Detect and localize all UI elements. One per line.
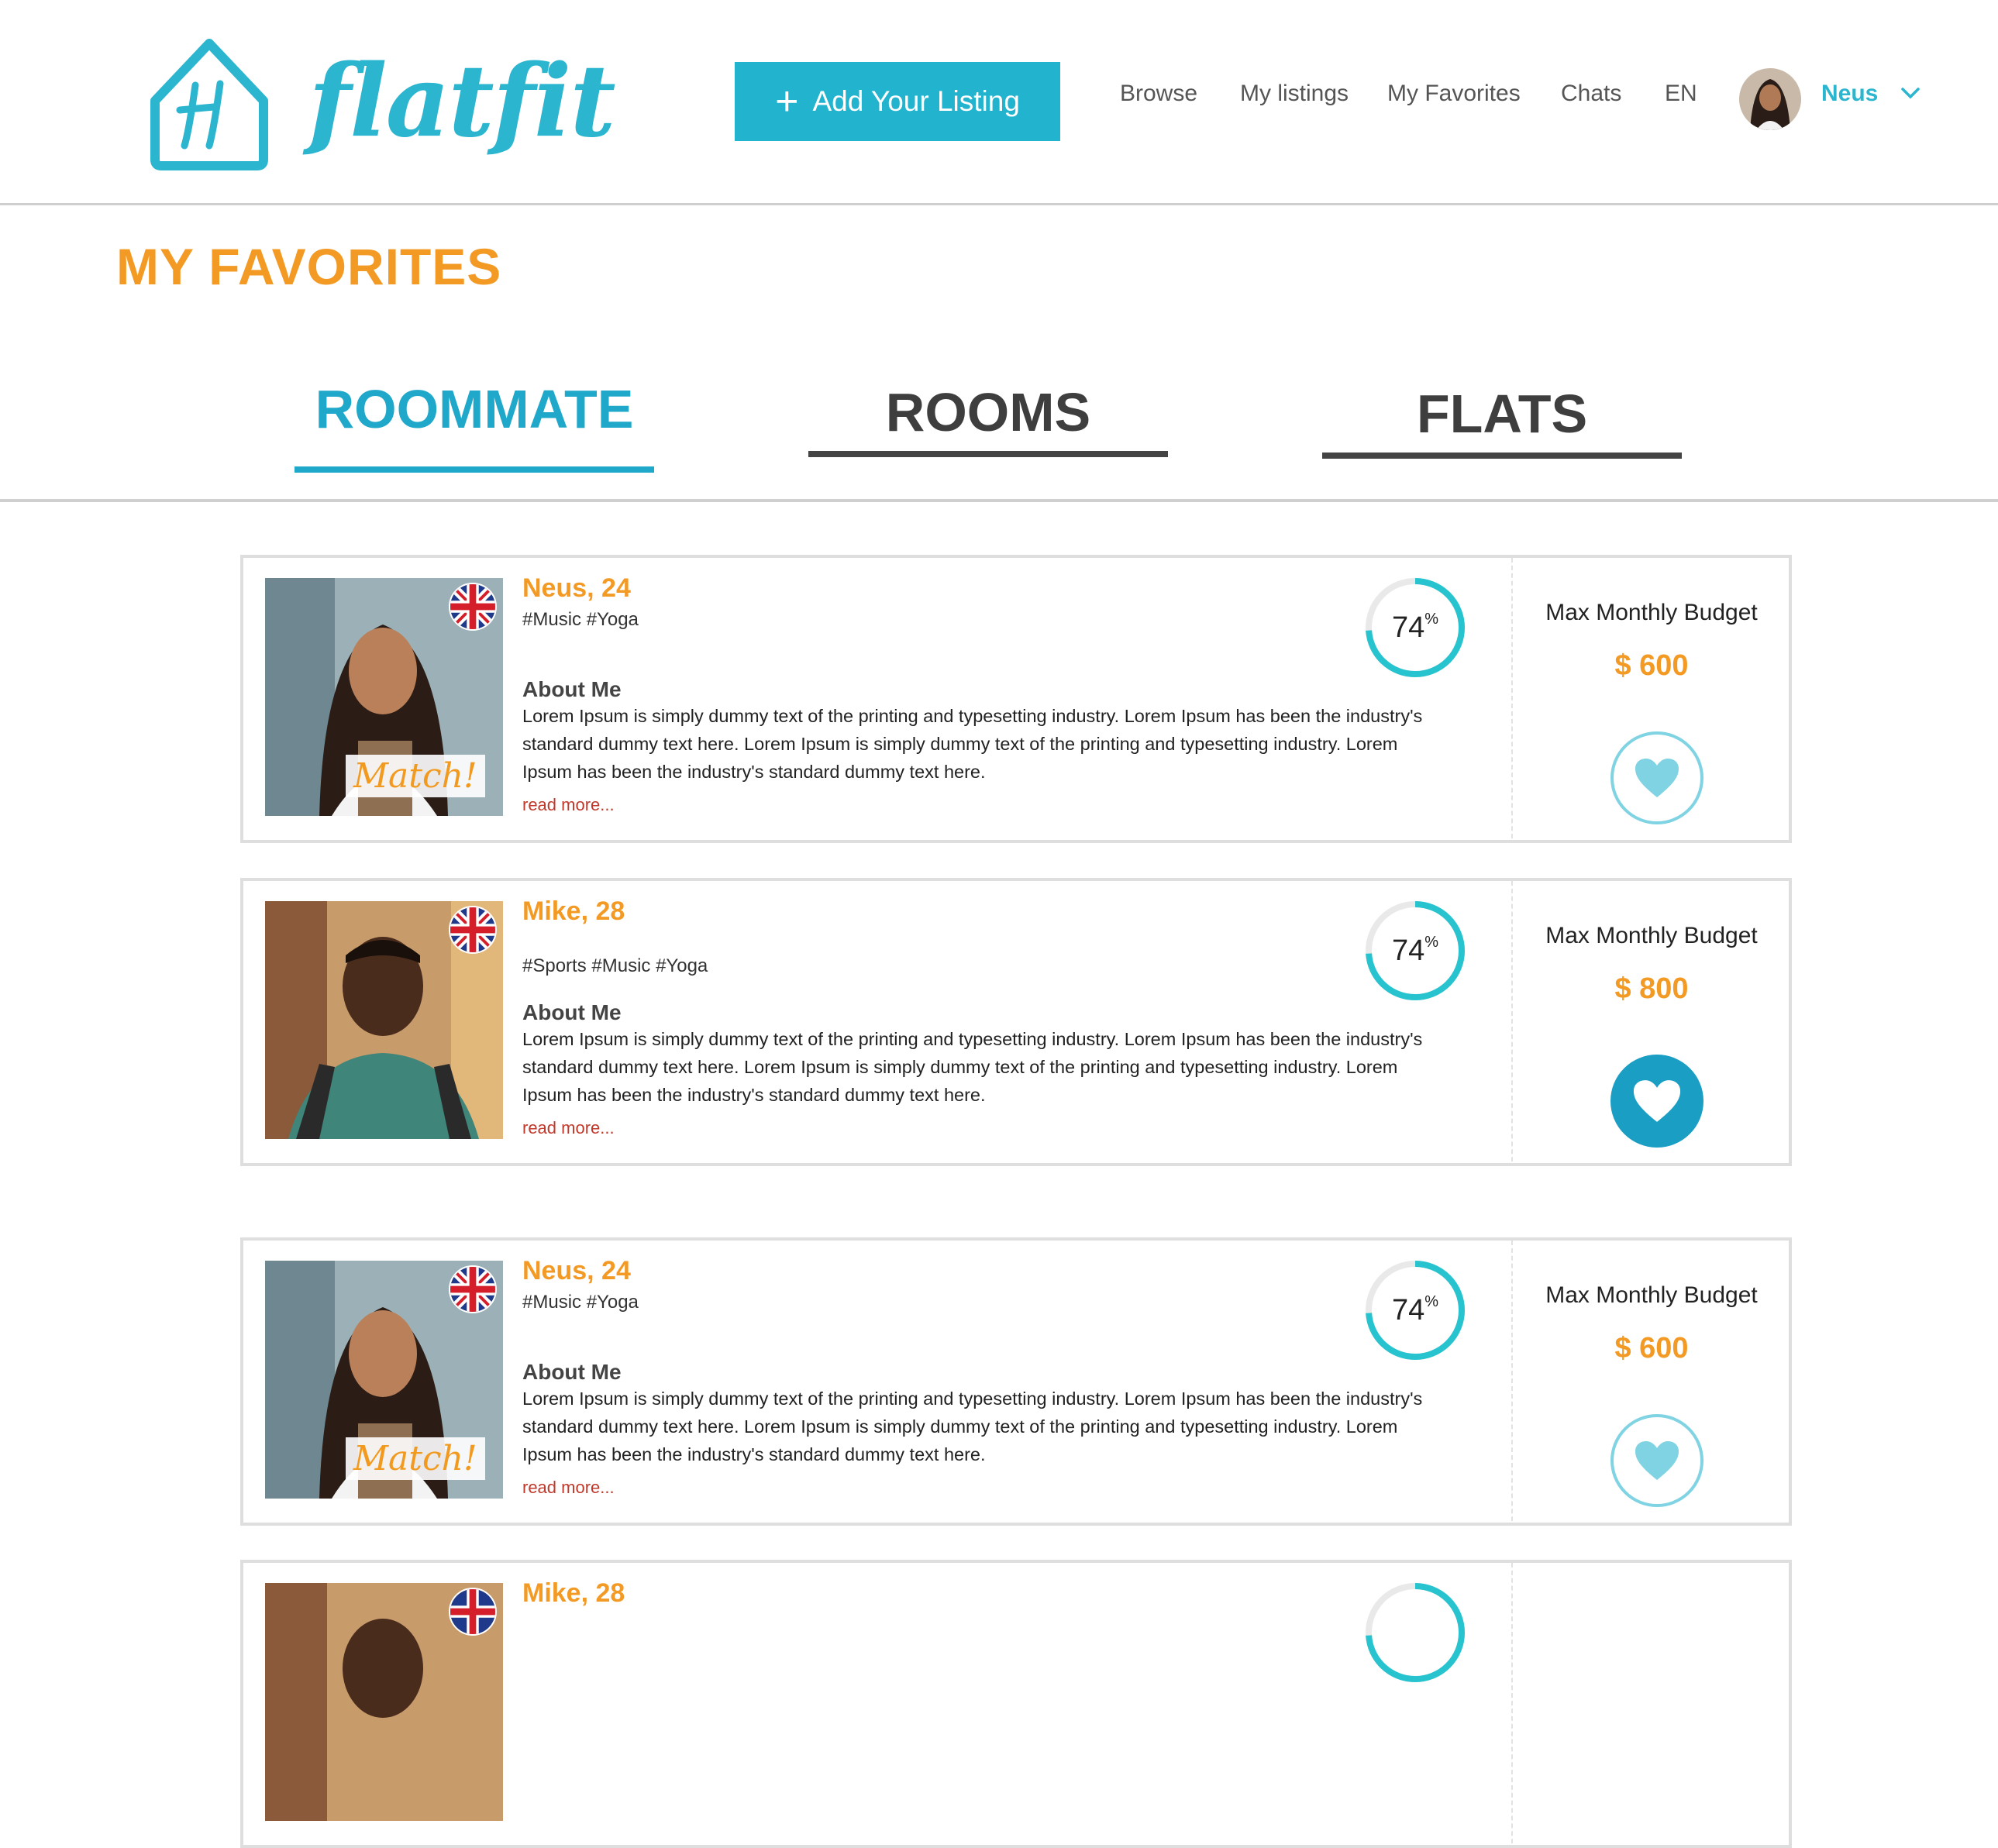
budget-label: Max Monthly Budget <box>1545 1282 1758 1308</box>
score-unit: % <box>1424 933 1439 951</box>
budget-value: $ 600 <box>1614 649 1689 682</box>
listing-tags: #Music #Yoga <box>522 609 639 630</box>
favorite-button[interactable] <box>1610 1055 1703 1148</box>
avatar[interactable] <box>1739 68 1801 130</box>
listing-tags: #Sports #Music #Yoga <box>522 955 708 976</box>
score-value: 74 <box>1391 1293 1425 1327</box>
page-title: MY FAVORITES <box>116 238 502 295</box>
about-heading: About Me <box>522 1360 622 1384</box>
budget-label: Max Monthly Budget <box>1545 923 1758 948</box>
nav-my-favorites[interactable]: My Favorites <box>1387 81 1521 107</box>
budget-value: $ 600 <box>1614 1332 1689 1364</box>
user-name[interactable]: Neus <box>1821 81 1878 107</box>
profile-photo[interactable] <box>265 901 503 1139</box>
about-text: Lorem Ipsum is simply dummy text of the … <box>522 706 1423 782</box>
card-divider <box>1511 1563 1513 1845</box>
match-score-gauge: 74% <box>1364 1259 1466 1361</box>
roommate-card[interactable]: Match! Neus, 24 #Music #Yoga About Me Lo… <box>240 1237 1792 1526</box>
profile-photo[interactable]: Match! <box>265 1261 503 1499</box>
nav-my-listings[interactable]: My listings <box>1240 81 1349 107</box>
card-divider <box>1511 881 1513 1163</box>
chevron-down-icon[interactable] <box>1900 87 1920 99</box>
match-score-gauge: 74% <box>1364 900 1466 1002</box>
tab-flats-label: FLATS <box>1416 384 1588 444</box>
profile-photo[interactable]: Match! <box>265 578 503 816</box>
score-unit: % <box>1424 610 1439 628</box>
tab-underline <box>1322 453 1682 459</box>
listing-name[interactable]: Neus, 24 <box>522 1256 631 1286</box>
tab-rooms[interactable]: ROOMS <box>808 381 1168 457</box>
uk-flag-icon <box>449 1588 497 1636</box>
match-score-gauge: 74% <box>1364 576 1466 679</box>
listing-name[interactable]: Neus, 24 <box>522 573 631 604</box>
about-text: Lorem Ipsum is simply dummy text of the … <box>522 1029 1423 1105</box>
tab-flats[interactable]: FLATS <box>1322 383 1682 459</box>
budget-value: $ 800 <box>1614 972 1689 1005</box>
score-unit: % <box>1424 1292 1439 1310</box>
heart-icon <box>1635 759 1679 797</box>
about-heading: About Me <box>522 1000 622 1024</box>
listing-name[interactable]: Mike, 28 <box>522 1578 625 1609</box>
listing-tags: #Music #Yoga <box>522 1292 639 1313</box>
budget-label: Max Monthly Budget <box>1545 600 1758 625</box>
score-value: 74 <box>1391 934 1425 967</box>
tab-active-underline <box>295 466 654 473</box>
tab-roommate-label: ROOMMATE <box>315 379 634 439</box>
top-header: flatfit + Add Your Listing Browse My lis… <box>0 0 1998 205</box>
read-more-link[interactable]: read more... <box>522 1118 615 1138</box>
favorite-button[interactable] <box>1610 731 1703 824</box>
avatar-image <box>1739 68 1801 130</box>
match-badge: Match! <box>346 755 485 797</box>
roommate-card[interactable]: Mike, 28 #Sports #Music #Yoga About Me L… <box>240 878 1792 1166</box>
tabs-divider <box>0 499 1998 502</box>
uk-flag-icon <box>449 1265 497 1313</box>
match-badge: Match! <box>346 1437 485 1480</box>
tab-roommate[interactable]: ROOMMATE <box>295 378 654 473</box>
score-value: 74 <box>1391 611 1425 644</box>
language-selector[interactable]: EN <box>1665 81 1697 107</box>
match-score-gauge <box>1364 1581 1466 1684</box>
roommate-card[interactable]: Mike, 28 <box>240 1560 1792 1848</box>
tab-rooms-label: ROOMS <box>885 382 1091 442</box>
uk-flag-icon <box>449 583 497 631</box>
score-ring <box>1366 1583 1465 1682</box>
heart-icon <box>1633 1080 1681 1122</box>
uk-flag-icon <box>449 906 497 954</box>
listing-name[interactable]: Mike, 28 <box>522 896 625 927</box>
favorite-button[interactable] <box>1610 1414 1703 1507</box>
heart-icon <box>1635 1441 1679 1480</box>
read-more-link[interactable]: read more... <box>522 795 615 815</box>
read-more-link[interactable]: read more... <box>522 1478 615 1498</box>
nav-browse[interactable]: Browse <box>1120 81 1197 107</box>
nav-chats[interactable]: Chats <box>1561 81 1621 107</box>
about-heading: About Me <box>522 677 622 701</box>
tab-underline <box>808 451 1168 457</box>
roommate-card[interactable]: Match! Neus, 24 #Music #Yoga About Me Lo… <box>240 555 1792 843</box>
card-divider <box>1511 1241 1513 1523</box>
profile-photo[interactable] <box>265 1583 503 1821</box>
main-nav: Browse My listings My Favorites Chats EN <box>0 81 1998 119</box>
card-divider <box>1511 558 1513 840</box>
about-text: Lorem Ipsum is simply dummy text of the … <box>522 1389 1423 1464</box>
